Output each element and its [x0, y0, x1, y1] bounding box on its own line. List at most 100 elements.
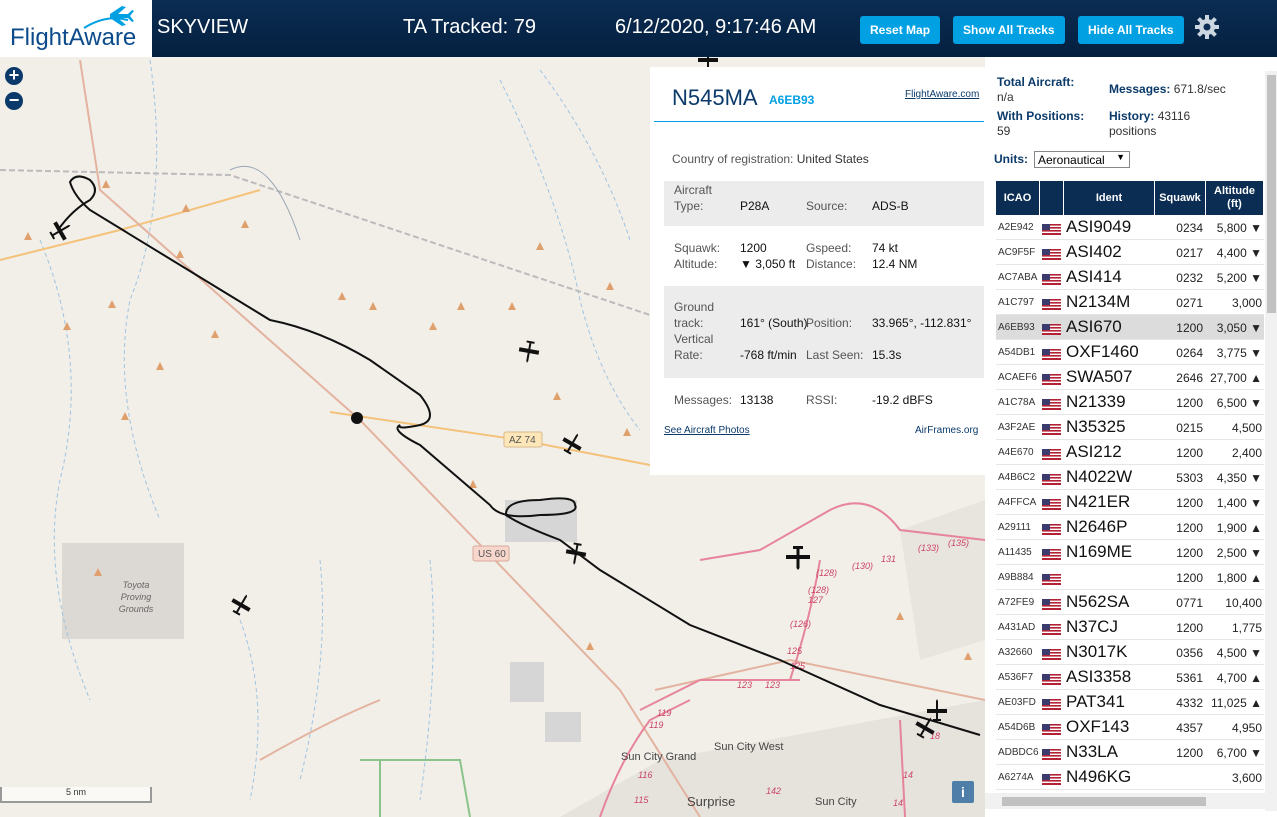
- squawk-label: Squawk:: [674, 241, 721, 255]
- reset-map-button[interactable]: Reset Map: [860, 16, 941, 44]
- table-row[interactable]: AE03FD PAT341 4332 11,025 ▲: [996, 690, 1264, 715]
- aircraft-icon[interactable]: [227, 590, 255, 619]
- table-row[interactable]: A54D6B OXF143 4357 4,950: [996, 715, 1264, 740]
- row-altitude: 3,000: [1231, 296, 1262, 310]
- zoom-out-button[interactable]: −: [5, 91, 23, 110]
- row-icao: A4B6C2: [998, 472, 1036, 483]
- row-icao: A3F2AE: [998, 422, 1036, 433]
- sun-city-grand-label: Sun City Grand: [621, 751, 696, 763]
- row-altitude: 1,775: [1231, 621, 1262, 635]
- row-icao: A11435: [998, 547, 1032, 558]
- table-row[interactable]: A431AD N37CJ 1200 1,775: [996, 615, 1264, 640]
- table-row[interactable]: A4FFCA N421ER 1200 1,400 ▼: [996, 490, 1264, 515]
- row-squawk: 0217: [1176, 246, 1203, 260]
- row-altitude: 1,800 ▲: [1216, 571, 1262, 585]
- row-ident: N562SA: [1066, 592, 1130, 611]
- table-row[interactable]: A54DB1 OXF1460 0264 3,775 ▼: [996, 340, 1264, 365]
- table-row[interactable]: A2E942 ASI9049 0234 5,800 ▼: [996, 215, 1264, 240]
- vertical-scroll-thumb[interactable]: [1267, 75, 1276, 313]
- row-ident: N421ER: [1066, 492, 1131, 511]
- us-flag-icon: [1042, 497, 1061, 510]
- road-label: 127: [808, 595, 824, 605]
- row-icao: AC7ABA: [998, 272, 1038, 283]
- row-icao: AC9F5F: [998, 247, 1036, 258]
- table-row[interactable]: A29111 N2646P 1200 1,900 ▲: [996, 515, 1264, 540]
- row-icao: A54D6B: [998, 722, 1036, 733]
- source-label: Source:: [806, 199, 848, 213]
- road-label: 116: [638, 770, 652, 780]
- row-altitude: 6,700 ▼: [1216, 746, 1262, 760]
- table-row[interactable]: ADBDC6 N33LA 1200 6,700 ▼: [996, 740, 1264, 765]
- distance-label: Distance:: [806, 257, 857, 271]
- aircraft-icon[interactable]: [46, 216, 75, 244]
- road-label: (126): [790, 619, 811, 629]
- row-ident: ASI212: [1066, 442, 1122, 461]
- column-header[interactable]: [1040, 181, 1064, 215]
- aircraft-icon[interactable]: [558, 429, 586, 458]
- aircraft-icon[interactable]: [517, 339, 541, 364]
- table-row[interactable]: A72FE9 N562SA 0771 10,400: [996, 590, 1264, 615]
- aircraft-type-value: P28A: [740, 199, 770, 213]
- row-altitude: 4,500 ▼: [1216, 646, 1262, 660]
- table-row[interactable]: AC7ABA ASI414 0232 5,200 ▼: [996, 265, 1264, 290]
- total-aircraft-label: Total Aircraft:: [997, 75, 1075, 89]
- history-unit: positions: [1109, 124, 1157, 138]
- row-squawk: 1200: [1176, 396, 1203, 410]
- aircraft-photos-link[interactable]: See Aircraft Photos: [664, 425, 750, 436]
- last-seen-label: Last Seen:: [806, 348, 864, 362]
- row-squawk: 0232: [1176, 271, 1203, 285]
- table-row[interactable]: A4E670 ASI212 1200 2,400: [996, 440, 1264, 465]
- row-ident: ASI9049: [1066, 217, 1132, 236]
- gear-icon[interactable]: [1194, 14, 1220, 40]
- table-row[interactable]: A6274A N496KG 3,600: [996, 765, 1264, 790]
- table-row[interactable]: A11435 N169ME 1200 2,500 ▼: [996, 540, 1264, 565]
- history-stat: History: 43116 positions: [1109, 109, 1190, 139]
- us-flag-icon: [1042, 772, 1061, 785]
- row-squawk: 0771: [1176, 596, 1203, 610]
- row-ident: N2134M: [1066, 292, 1131, 311]
- rssi-value: -19.2 dBFS: [872, 393, 933, 407]
- country-of-registration: Country of registration: United States: [672, 152, 869, 166]
- table-row[interactable]: AC9F5F ASI402 0217 4,400 ▼: [996, 240, 1264, 265]
- flightaware-logo[interactable]: FlightAware: [0, 0, 152, 57]
- column-header[interactable]: Squawk: [1155, 181, 1206, 215]
- table-row[interactable]: A536F7 ASI3358 5361 4,700 ▲: [996, 665, 1264, 690]
- row-altitude: 4,950: [1231, 721, 1262, 735]
- table-row[interactable]: A6EB93 ASI670 1200 3,050 ▼: [996, 315, 1264, 340]
- table-row[interactable]: A9B884 1200 1,800 ▲: [996, 565, 1264, 590]
- map-info-button[interactable]: i: [952, 781, 974, 803]
- flightaware-link[interactable]: FlightAware.com: [905, 89, 979, 100]
- road-label: (135): [948, 538, 969, 548]
- logo-text: FlightAware: [10, 24, 137, 51]
- column-header[interactable]: ICAO: [996, 181, 1040, 215]
- column-header[interactable]: Altitude (ft): [1206, 181, 1264, 215]
- units-select-value: Aeronautical: [1038, 153, 1105, 167]
- row-ident: ASI402: [1066, 242, 1122, 261]
- table-row[interactable]: A4B6C2 N4022W 5303 4,350 ▼: [996, 465, 1264, 490]
- road-label: 123: [737, 680, 752, 690]
- vertical-rate-value: -768 ft/min: [740, 348, 797, 362]
- table-row[interactable]: A3F2AE N35325 0215 4,500: [996, 415, 1264, 440]
- position-label: Position:: [806, 316, 853, 330]
- table-row[interactable]: A1C78A N21339 1200 6,500 ▼: [996, 390, 1264, 415]
- squawk-value: 1200: [740, 241, 767, 255]
- row-altitude: 4,700 ▲: [1216, 671, 1262, 685]
- table-row[interactable]: ACAEF6 SWA507 2646 27,700 ▲: [996, 365, 1264, 390]
- table-row[interactable]: A32660 N3017K 0356 4,500 ▼: [996, 640, 1264, 665]
- units-select[interactable]: Aeronautical ▼: [1034, 151, 1130, 168]
- hide-all-tracks-button[interactable]: Hide All Tracks: [1078, 16, 1184, 44]
- aircraft-icon[interactable]: [786, 546, 810, 570]
- horizontal-scroll-thumb[interactable]: [1002, 797, 1206, 806]
- row-icao: A4E670: [998, 447, 1034, 458]
- row-squawk: 5361: [1176, 671, 1203, 685]
- us-flag-icon: [1042, 597, 1061, 610]
- row-ident: OXF1460: [1066, 342, 1139, 361]
- show-all-tracks-button[interactable]: Show All Tracks: [953, 16, 1065, 44]
- altitude-value: ▼ 3,050 ft: [740, 257, 796, 271]
- row-ident: ASI414: [1066, 267, 1122, 286]
- toyota-label-2: Proving: [121, 592, 152, 602]
- table-row[interactable]: A1C797 N2134M 0271 3,000: [996, 290, 1264, 315]
- airframes-link[interactable]: AirFrames.org: [915, 425, 978, 436]
- column-header[interactable]: Ident: [1064, 181, 1155, 215]
- zoom-in-button[interactable]: +: [5, 66, 23, 85]
